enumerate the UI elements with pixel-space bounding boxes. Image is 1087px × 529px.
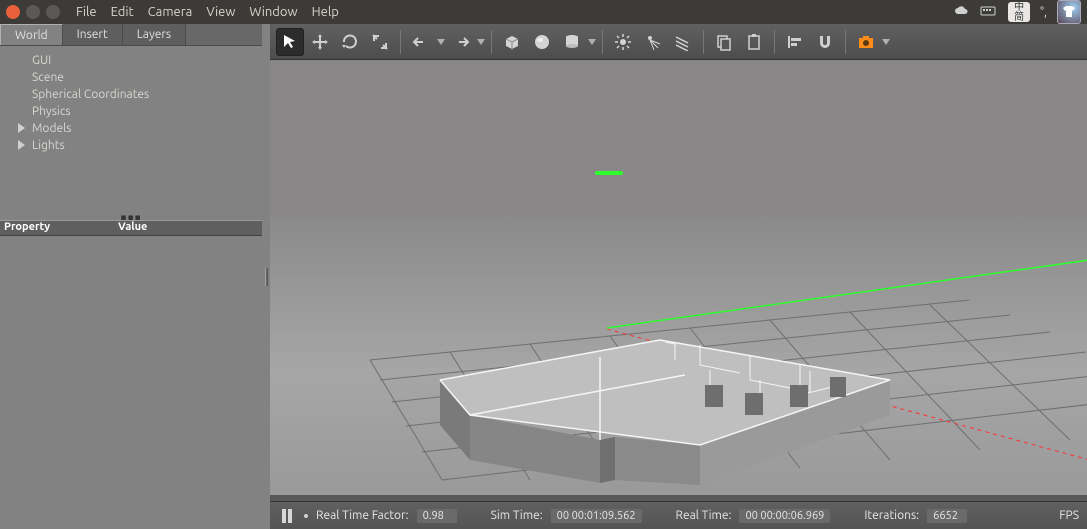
right-area: Real Time Factor: 0.98 Sim Time: 00 00:0…	[270, 24, 1087, 529]
tab-world[interactable]: World	[0, 24, 63, 45]
iterations-label: Iterations:	[864, 509, 919, 522]
toolbar-separator	[845, 30, 846, 54]
sidebar-tabs: World Insert Layers	[0, 24, 262, 46]
building-model[interactable]	[400, 285, 920, 485]
menu-edit[interactable]: Edit	[111, 5, 134, 19]
tree-item-gui[interactable]: GUI	[0, 52, 262, 69]
sim-time-label: Sim Time:	[491, 509, 543, 522]
directional-light-icon[interactable]	[669, 28, 697, 56]
copy-icon[interactable]	[710, 28, 738, 56]
menu-camera[interactable]: Camera	[148, 5, 193, 19]
titlebar: File Edit Camera View Window Help 中 简 °,	[0, 0, 1087, 24]
panel-splitter[interactable]	[262, 24, 270, 529]
point-light-icon[interactable]	[609, 28, 637, 56]
sidebar: World Insert Layers GUI Scene Spherical …	[0, 24, 262, 529]
tree-item-models[interactable]: Models	[0, 120, 262, 137]
window-close-button[interactable]	[6, 5, 20, 19]
menu-window[interactable]: Window	[249, 5, 297, 19]
redo-menu-caret-icon[interactable]	[477, 35, 485, 48]
tab-layers[interactable]: Layers	[123, 24, 186, 45]
tree-label-models: Models	[32, 122, 71, 135]
menu-view[interactable]: View	[206, 5, 235, 19]
menubar: File Edit Camera View Window Help	[76, 5, 339, 19]
undo-icon[interactable]	[407, 28, 435, 56]
menu-help[interactable]: Help	[312, 5, 339, 19]
z-axis-origin-marker	[595, 171, 623, 175]
tool-scale-icon[interactable]	[366, 28, 394, 56]
menu-file[interactable]: File	[76, 5, 97, 19]
shape-menu-caret-icon[interactable]	[588, 35, 596, 48]
3d-viewport[interactable]: Real Time Factor: 0.98 Sim Time: 00 00:0…	[270, 60, 1087, 529]
ime-indicator[interactable]: 中 简	[1008, 2, 1030, 22]
value-col[interactable]: Value	[118, 221, 262, 235]
comma-icon: °,	[1040, 6, 1047, 19]
tree-item-scene[interactable]: Scene	[0, 69, 262, 86]
expand-icon[interactable]	[18, 123, 26, 136]
toolbar	[270, 24, 1087, 60]
main-area: World Insert Layers GUI Scene Spherical …	[0, 24, 1087, 529]
real-time-factor-value: 0.98	[417, 509, 457, 523]
user-avatar-icon[interactable]	[1057, 0, 1081, 24]
tool-select-arrow[interactable]	[276, 28, 304, 56]
pause-button[interactable]	[278, 507, 296, 525]
window-minimize-button[interactable]	[26, 5, 40, 19]
window-maximize-button[interactable]	[46, 5, 60, 19]
add-sphere-icon[interactable]	[528, 28, 556, 56]
real-time-value: 00 00:00:06.969	[739, 509, 830, 523]
real-time-factor-label: Real Time Factor:	[316, 509, 409, 522]
expand-icon[interactable]	[18, 140, 26, 153]
property-col[interactable]: Property	[0, 221, 118, 235]
screenshot-icon[interactable]	[852, 28, 880, 56]
toolbar-separator	[774, 30, 775, 54]
property-panel: ▪▪▪ Property Value	[0, 214, 262, 236]
tool-translate-icon[interactable]	[306, 28, 334, 56]
ime-bot: 简	[1014, 12, 1024, 22]
property-header: Property Value	[0, 220, 262, 236]
spot-light-icon[interactable]	[639, 28, 667, 56]
toolbar-separator	[400, 30, 401, 54]
system-tray: 中 简 °,	[954, 0, 1081, 24]
sim-time-value: 00 00:01:09.562	[551, 509, 642, 523]
world-tree[interactable]: GUI Scene Spherical Coordinates Physics …	[0, 46, 262, 154]
tree-item-physics[interactable]: Physics	[0, 103, 262, 120]
toolbar-separator	[703, 30, 704, 54]
screenshot-menu-caret-icon[interactable]	[882, 35, 890, 48]
snap-magnet-icon[interactable]	[811, 28, 839, 56]
toolbar-separator	[602, 30, 603, 54]
tool-rotate-icon[interactable]	[336, 28, 364, 56]
snap-align-icon[interactable]	[781, 28, 809, 56]
toolbar-separator	[491, 30, 492, 54]
keyboard-icon[interactable]	[980, 5, 996, 20]
add-box-icon[interactable]	[498, 28, 526, 56]
tree-label-lights: Lights	[32, 139, 65, 152]
real-time-label: Real Time:	[676, 509, 732, 522]
fps-label: FPS	[1059, 509, 1079, 522]
status-dot-icon	[304, 514, 308, 518]
iterations-value: 6652	[927, 509, 967, 523]
redo-icon[interactable]	[447, 28, 475, 56]
status-bar: Real Time Factor: 0.98 Sim Time: 00 00:0…	[270, 501, 1087, 529]
undo-menu-caret-icon[interactable]	[437, 35, 445, 48]
cloud-icon[interactable]	[954, 5, 970, 20]
paste-icon[interactable]	[740, 28, 768, 56]
tree-item-spherical[interactable]: Spherical Coordinates	[0, 86, 262, 103]
tree-item-lights[interactable]: Lights	[0, 137, 262, 154]
add-cylinder-icon[interactable]	[558, 28, 586, 56]
tab-insert[interactable]: Insert	[63, 24, 123, 45]
